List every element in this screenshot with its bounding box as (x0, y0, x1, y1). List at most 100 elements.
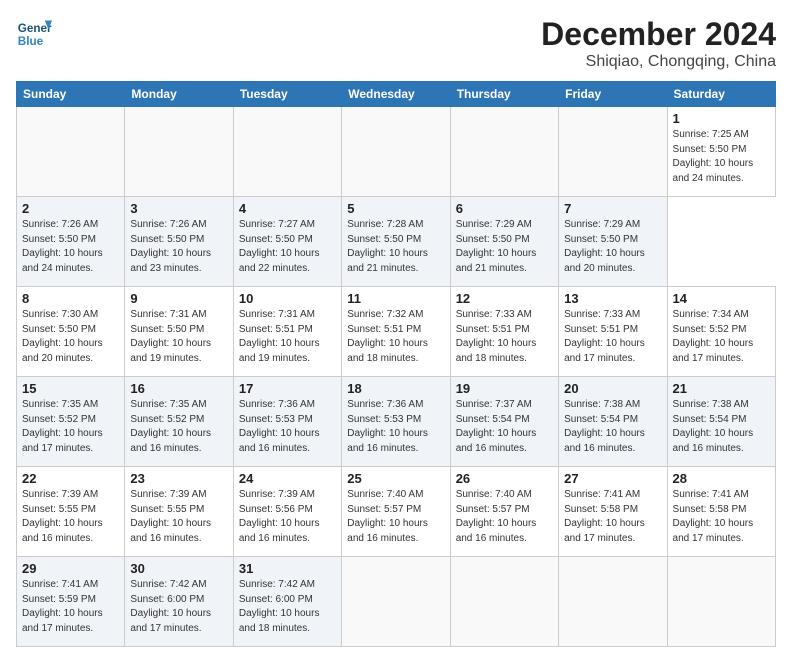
day-info: Sunrise: 7:39 AMSunset: 5:56 PMDaylight:… (239, 488, 336, 546)
col-tuesday: Tuesday (233, 82, 341, 107)
day-info: Sunrise: 7:33 AMSunset: 5:51 PMDaylight:… (564, 308, 661, 366)
day-info: Sunrise: 7:42 AMSunset: 6:00 PMDaylight:… (130, 578, 227, 636)
calendar-table: Sunday Monday Tuesday Wednesday Thursday… (16, 81, 776, 647)
day-info: Sunrise: 7:41 AMSunset: 5:59 PMDaylight:… (22, 578, 119, 636)
day-number: 14 (673, 291, 770, 306)
day-info: Sunrise: 7:36 AMSunset: 5:53 PMDaylight:… (239, 398, 336, 456)
col-sunday: Sunday (17, 82, 125, 107)
day-number: 25 (347, 471, 444, 486)
day-info: Sunrise: 7:41 AMSunset: 5:58 PMDaylight:… (564, 488, 661, 546)
day-info: Sunrise: 7:38 AMSunset: 5:54 PMDaylight:… (673, 398, 770, 456)
day-info: Sunrise: 7:31 AMSunset: 5:51 PMDaylight:… (239, 308, 336, 366)
day-info: Sunrise: 7:27 AMSunset: 5:50 PMDaylight:… (239, 218, 336, 276)
calendar-cell: 19 Sunrise: 7:37 AMSunset: 5:54 PMDayligh… (450, 377, 558, 467)
title-block: December 2024 Shiqiao, Chongqing, China (541, 16, 776, 71)
calendar-week-row: 15 Sunrise: 7:35 AMSunset: 5:52 PMDayligh… (17, 377, 776, 467)
day-info: Sunrise: 7:41 AMSunset: 5:58 PMDaylight:… (673, 488, 770, 546)
day-number: 6 (456, 201, 553, 216)
day-number: 8 (22, 291, 119, 306)
calendar-cell: 3 Sunrise: 7:26 AMSunset: 5:50 PMDaylight… (125, 197, 233, 287)
calendar-cell: 11 Sunrise: 7:32 AMSunset: 5:51 PMDayligh… (342, 287, 450, 377)
col-saturday: Saturday (667, 82, 775, 107)
calendar-cell: 10 Sunrise: 7:31 AMSunset: 5:51 PMDayligh… (233, 287, 341, 377)
calendar-cell: 9Sunrise: 7:31 AMSunset: 5:50 PMDaylight… (125, 287, 233, 377)
month-title: December 2024 (541, 16, 776, 53)
day-info: Sunrise: 7:32 AMSunset: 5:51 PMDaylight:… (347, 308, 444, 366)
day-info: Sunrise: 7:29 AMSunset: 5:50 PMDaylight:… (456, 218, 553, 276)
calendar-week-row: 2Sunrise: 7:26 AMSunset: 5:50 PMDaylight… (17, 197, 776, 287)
day-number: 31 (239, 561, 336, 576)
day-info: Sunrise: 7:42 AMSunset: 6:00 PMDaylight:… (239, 578, 336, 636)
day-info: Sunrise: 7:30 AMSunset: 5:50 PMDaylight:… (22, 308, 119, 366)
calendar-cell: 4 Sunrise: 7:27 AMSunset: 5:50 PMDaylight… (233, 197, 341, 287)
day-info: Sunrise: 7:28 AMSunset: 5:50 PMDaylight:… (347, 218, 444, 276)
day-info: Sunrise: 7:37 AMSunset: 5:54 PMDaylight:… (456, 398, 553, 456)
day-number: 12 (456, 291, 553, 306)
day-number: 16 (130, 381, 227, 396)
calendar-cell: 28Sunrise: 7:41 AMSunset: 5:58 PMDayligh… (667, 467, 775, 557)
day-number: 7 (564, 201, 661, 216)
calendar-cell: 2Sunrise: 7:26 AMSunset: 5:50 PMDaylight… (17, 197, 125, 287)
col-monday: Monday (125, 82, 233, 107)
calendar-cell: 29 Sunrise: 7:41 AMSunset: 5:59 PMDayligh… (17, 557, 125, 647)
calendar-cell: 5Sunrise: 7:28 AMSunset: 5:50 PMDaylight… (342, 197, 450, 287)
day-number: 1 (673, 111, 770, 126)
day-number: 15 (22, 381, 119, 396)
calendar-cell (450, 107, 558, 197)
day-number: 21 (673, 381, 770, 396)
day-info: Sunrise: 7:29 AMSunset: 5:50 PMDaylight:… (564, 218, 661, 276)
calendar-cell: 14Sunrise: 7:34 AMSunset: 5:52 PMDayligh… (667, 287, 775, 377)
calendar-week-row: 29 Sunrise: 7:41 AMSunset: 5:59 PMDayligh… (17, 557, 776, 647)
col-friday: Friday (559, 82, 667, 107)
day-info: Sunrise: 7:26 AMSunset: 5:50 PMDaylight:… (22, 218, 119, 276)
day-number: 30 (130, 561, 227, 576)
day-number: 10 (239, 291, 336, 306)
day-number: 29 (22, 561, 119, 576)
calendar-cell: 18 Sunrise: 7:36 AMSunset: 5:53 PMDayligh… (342, 377, 450, 467)
calendar-cell: 1 Sunrise: 7:25 AMSunset: 5:50 PMDaylight… (667, 107, 775, 197)
calendar-cell: 22Sunrise: 7:39 AMSunset: 5:55 PMDayligh… (17, 467, 125, 557)
day-number: 4 (239, 201, 336, 216)
calendar-week-row: 22Sunrise: 7:39 AMSunset: 5:55 PMDayligh… (17, 467, 776, 557)
calendar-cell (342, 107, 450, 197)
col-thursday: Thursday (450, 82, 558, 107)
calendar-cell (559, 557, 667, 647)
day-number: 19 (456, 381, 553, 396)
day-number: 13 (564, 291, 661, 306)
day-number: 27 (564, 471, 661, 486)
day-info: Sunrise: 7:35 AMSunset: 5:52 PMDaylight:… (22, 398, 119, 456)
calendar-cell (17, 107, 125, 197)
calendar-cell: 6 Sunrise: 7:29 AMSunset: 5:50 PMDaylight… (450, 197, 558, 287)
calendar-cell (233, 107, 341, 197)
day-info: Sunrise: 7:33 AMSunset: 5:51 PMDaylight:… (456, 308, 553, 366)
calendar-cell (667, 557, 775, 647)
calendar-week-row: 1 Sunrise: 7:25 AMSunset: 5:50 PMDaylight… (17, 107, 776, 197)
calendar-cell: 12 Sunrise: 7:33 AMSunset: 5:51 PMDayligh… (450, 287, 558, 377)
day-info: Sunrise: 7:36 AMSunset: 5:53 PMDaylight:… (347, 398, 444, 456)
calendar-cell: 20 Sunrise: 7:38 AMSunset: 5:54 PMDayligh… (559, 377, 667, 467)
logo: General Blue (16, 16, 56, 52)
day-number: 24 (239, 471, 336, 486)
calendar-cell: 24 Sunrise: 7:39 AMSunset: 5:56 PMDayligh… (233, 467, 341, 557)
day-info: Sunrise: 7:35 AMSunset: 5:52 PMDaylight:… (130, 398, 227, 456)
calendar-cell (559, 107, 667, 197)
day-info: Sunrise: 7:26 AMSunset: 5:50 PMDaylight:… (130, 218, 227, 276)
calendar-cell: 31 Sunrise: 7:42 AMSunset: 6:00 PMDayligh… (233, 557, 341, 647)
calendar-cell: 27 Sunrise: 7:41 AMSunset: 5:58 PMDayligh… (559, 467, 667, 557)
day-info: Sunrise: 7:38 AMSunset: 5:54 PMDaylight:… (564, 398, 661, 456)
day-number: 11 (347, 291, 444, 306)
day-info: Sunrise: 7:31 AMSunset: 5:50 PMDaylight:… (130, 308, 227, 366)
calendar-cell: 23Sunrise: 7:39 AMSunset: 5:55 PMDayligh… (125, 467, 233, 557)
calendar-cell: 8 Sunrise: 7:30 AMSunset: 5:50 PMDaylight… (17, 287, 125, 377)
day-number: 20 (564, 381, 661, 396)
day-info: Sunrise: 7:25 AMSunset: 5:50 PMDaylight:… (673, 128, 770, 186)
day-number: 26 (456, 471, 553, 486)
calendar-cell: 25Sunrise: 7:40 AMSunset: 5:57 PMDayligh… (342, 467, 450, 557)
day-number: 18 (347, 381, 444, 396)
calendar-cell (342, 557, 450, 647)
calendar-cell: 17 Sunrise: 7:36 AMSunset: 5:53 PMDayligh… (233, 377, 341, 467)
calendar-cell: 16 Sunrise: 7:35 AMSunset: 5:52 PMDayligh… (125, 377, 233, 467)
day-number: 17 (239, 381, 336, 396)
day-number: 3 (130, 201, 227, 216)
svg-text:Blue: Blue (18, 35, 44, 48)
